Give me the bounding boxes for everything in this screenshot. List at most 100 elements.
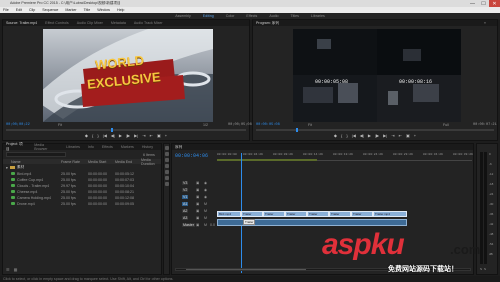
workspace-editing[interactable]: Editing — [203, 14, 214, 18]
program-resolution-dropdown[interactable]: Full — [443, 123, 449, 127]
program-fit-dropdown[interactable]: Fit — [308, 123, 312, 127]
lock-track-icon[interactable]: ▣ — [196, 223, 199, 227]
col-frame-rate[interactable]: Frame Rate — [61, 160, 80, 164]
menu-edit[interactable]: Edit — [16, 8, 22, 12]
step-back-icon[interactable]: ◀| — [360, 133, 364, 138]
razor-tool-icon[interactable] — [164, 164, 169, 168]
slip-tool-icon[interactable] — [164, 170, 169, 174]
col-media-end[interactable]: Media End — [115, 160, 132, 164]
toggle-output-icon[interactable]: ◉ — [204, 195, 207, 199]
toggle-output-icon[interactable]: ◉ — [204, 181, 207, 185]
panel-menu-icon[interactable]: ≡ — [484, 21, 486, 25]
program-scrubber[interactable] — [256, 128, 494, 132]
time-ruler[interactable]: 00:00:00:00 00:00:04:29 00:00:09:29 00:0… — [217, 153, 473, 161]
track-label[interactable]: A3 — [182, 216, 189, 220]
video-clip[interactable]: Trailer.mp4 — [373, 211, 407, 217]
video-clip[interactable]: Trailer — [329, 211, 351, 217]
track-select-tool-icon[interactable] — [164, 152, 169, 156]
marker-icon[interactable]: ◆ — [334, 133, 337, 138]
program-timecode[interactable]: 00:00:05:08 — [256, 123, 280, 127]
col-media-start[interactable]: Media Start — [88, 160, 106, 164]
menu-title[interactable]: Title — [84, 8, 91, 12]
project-list-item[interactable]: Clouds - Trailer.mp4 29.97 fps 00:00:00:00… — [3, 183, 161, 188]
mark-out-icon[interactable]: } — [346, 133, 347, 138]
workspace-titles[interactable]: Titles — [291, 14, 299, 18]
menu-file[interactable]: File — [3, 8, 9, 12]
video-clip[interactable]: Trailer — [351, 211, 373, 217]
track-header[interactable]: V3 ▣ ◉ — [172, 180, 217, 186]
workspace-assembly[interactable]: Assembly — [175, 14, 191, 18]
project-search-input[interactable] — [6, 152, 66, 157]
master-volume[interactable]: 0.0 — [210, 223, 215, 227]
hand-tool-icon[interactable] — [164, 182, 169, 186]
track-label[interactable]: V3 — [182, 181, 189, 185]
menu-marker[interactable]: Marker — [65, 8, 76, 12]
mute-track-icon[interactable]: M — [204, 209, 207, 213]
mute-track-icon[interactable]: M — [204, 216, 207, 220]
workspace-effects[interactable]: Effects — [246, 14, 257, 18]
mute-track-icon[interactable]: M — [204, 223, 207, 227]
tab-program[interactable]: Program: 序列 — [256, 21, 279, 26]
lock-track-icon[interactable]: ▣ — [196, 188, 199, 192]
minimize-button[interactable]: — — [467, 0, 478, 7]
track-label[interactable]: Master — [182, 223, 195, 227]
timeline-timecode[interactable]: 00:00:04:06 — [175, 153, 208, 159]
project-list-item[interactable]: Coffee Cup.mp4 25.00 fps 00:00:00:00 00:00:… — [3, 177, 161, 182]
track-label[interactable]: A2 — [182, 209, 189, 213]
track-label[interactable]: A1 — [182, 202, 189, 206]
tab-project[interactable]: Project: 项目 — [6, 142, 26, 152]
menu-clip[interactable]: Clip — [29, 8, 35, 12]
tab-source[interactable]: Source: Trailer.mp4 — [6, 21, 37, 25]
tab-effects[interactable]: Effects — [102, 145, 113, 149]
col-name[interactable]: Name — [11, 160, 21, 164]
insert-icon[interactable]: ⇥ — [142, 133, 145, 138]
bin-row[interactable]: ▾ 素材 — [3, 165, 161, 170]
tab-markers[interactable]: Markers — [121, 145, 134, 149]
tab-metadata[interactable]: Metadata — [111, 21, 126, 25]
play-icon[interactable]: ▶ — [368, 133, 371, 138]
track-header[interactable]: A1 ▣ M — [172, 201, 217, 207]
mark-in-icon[interactable]: { — [341, 133, 342, 138]
overwrite-icon[interactable]: ⇤ — [150, 133, 153, 138]
video-clip[interactable]: Trailer — [241, 211, 263, 217]
source-fit-dropdown[interactable]: Fit — [58, 123, 62, 127]
project-list-item[interactable]: Camera Holding.mp4 25.00 fps 00:00:00:00 00… — [3, 195, 161, 200]
go-to-in-icon[interactable]: |◀ — [103, 133, 107, 138]
tab-effect-controls[interactable]: Effect Controls — [45, 21, 69, 25]
go-to-in-icon[interactable]: |◀ — [352, 133, 356, 138]
track-label[interactable]: V1 — [182, 195, 189, 199]
step-forward-icon[interactable]: |▶ — [126, 133, 130, 138]
bin-expand-icon[interactable]: ▾ — [6, 166, 8, 170]
project-list-item[interactable]: Bird.mp4 25.00 fps 00:00:00:00 00:00:05:12 — [3, 171, 161, 176]
track-header[interactable]: A2 ▣ M — [172, 208, 217, 214]
close-button[interactable]: ✕ — [489, 0, 500, 7]
menu-sequence[interactable]: Sequence — [42, 8, 58, 12]
workspace-audio[interactable]: Audio — [269, 14, 278, 18]
work-area-bar[interactable] — [217, 159, 317, 161]
ripple-edit-tool-icon[interactable] — [164, 158, 169, 162]
track-header[interactable]: V1 ▣ ◉ — [172, 194, 217, 200]
tab-audio-track-mixer[interactable]: Audio Track Mixer — [134, 21, 163, 25]
toggle-output-icon[interactable]: ◉ — [204, 188, 207, 192]
video-clip[interactable]: Trailer — [285, 211, 307, 217]
maximize-button[interactable]: ☐ — [478, 0, 489, 7]
track-header[interactable]: A3 ▣ M — [172, 215, 217, 221]
video-clip[interactable]: Trailer — [307, 211, 329, 217]
go-to-out-icon[interactable]: ▶| — [134, 133, 138, 138]
pen-tool-icon[interactable] — [164, 176, 169, 180]
list-view-icon[interactable]: ☰ — [6, 267, 10, 272]
track-header[interactable]: V2 ▣ ◉ — [172, 187, 217, 193]
tab-info[interactable]: Info — [88, 145, 94, 149]
workspace-libraries[interactable]: Libraries — [311, 14, 325, 18]
source-scrubber[interactable] — [6, 128, 246, 132]
lock-track-icon[interactable]: ▣ — [196, 216, 199, 220]
tab-libraries[interactable]: Libraries — [66, 145, 80, 149]
mark-in-icon[interactable]: { — [92, 133, 93, 138]
video-clip[interactable]: Trailer — [263, 211, 285, 217]
step-back-icon[interactable]: ◀| — [111, 133, 115, 138]
lock-track-icon[interactable]: ▣ — [196, 202, 199, 206]
export-frame-icon[interactable]: ▣ — [157, 133, 161, 138]
mute-track-icon[interactable]: M — [204, 202, 207, 206]
extract-icon[interactable]: ⇤ — [399, 133, 402, 138]
selection-tool-icon[interactable] — [164, 146, 169, 150]
